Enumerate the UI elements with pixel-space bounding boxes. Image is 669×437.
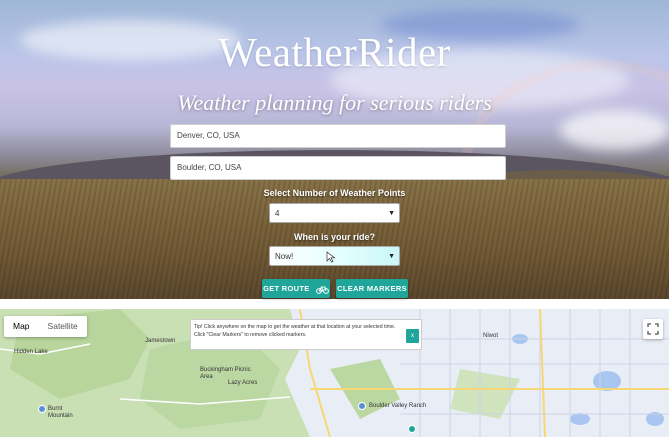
- map-tip-box: Tip! Click anywhere on the map to get th…: [190, 319, 422, 350]
- place-label: Niwot: [483, 333, 499, 339]
- bicycle-icon: [316, 286, 329, 294]
- place-label: Burnt Mountain: [48, 406, 73, 419]
- map-type-map[interactable]: Map: [4, 316, 39, 337]
- place-label: Jamestown: [145, 338, 176, 344]
- when-label: When is your ride?: [293, 232, 375, 242]
- destination-input[interactable]: Boulder, CO, USA: [170, 156, 506, 180]
- place-pin-icon: [358, 402, 366, 410]
- get-route-label: GET ROUTE: [263, 284, 310, 293]
- place-label: Buckingham Picnic Area: [200, 367, 251, 380]
- place-label: Boulder Valley Ranch: [369, 403, 427, 409]
- ride-time-value: Now!: [275, 252, 294, 261]
- app-subtitle: Weather planning for serious riders: [177, 90, 492, 115]
- map-type-satellite[interactable]: Satellite: [39, 316, 87, 337]
- place-label: Hidden Lake: [14, 349, 48, 355]
- origin-input[interactable]: Denver, CO, USA: [170, 124, 506, 148]
- mouse-cursor-icon: [326, 251, 336, 263]
- clear-markers-button[interactable]: CLEAR MARKERS: [336, 279, 408, 298]
- weather-points-value: 4: [275, 209, 280, 218]
- map-tip-text: Tip! Click anywhere on the map to get th…: [194, 324, 396, 338]
- get-route-button[interactable]: GET ROUTE: [262, 279, 330, 298]
- tip-close-button[interactable]: x: [406, 329, 419, 343]
- place-pin-icon: [38, 405, 46, 413]
- points-label: Select Number of Weather Points: [263, 188, 406, 198]
- chevron-down-icon: ▼: [388, 253, 395, 260]
- app-title: WeatherRider: [218, 29, 451, 75]
- weather-points-select[interactable]: 4 ▼: [269, 203, 400, 223]
- place-pin-icon: [408, 425, 416, 433]
- chevron-down-icon: ▼: [388, 210, 395, 217]
- fullscreen-button[interactable]: [643, 319, 663, 339]
- place-label: Lazy Acres: [228, 380, 258, 386]
- fullscreen-icon: [647, 323, 659, 335]
- map-type-toggle: Map Satellite: [4, 316, 87, 337]
- map-view[interactable]: Map Satellite Tip! Click anywhere on the…: [0, 309, 669, 437]
